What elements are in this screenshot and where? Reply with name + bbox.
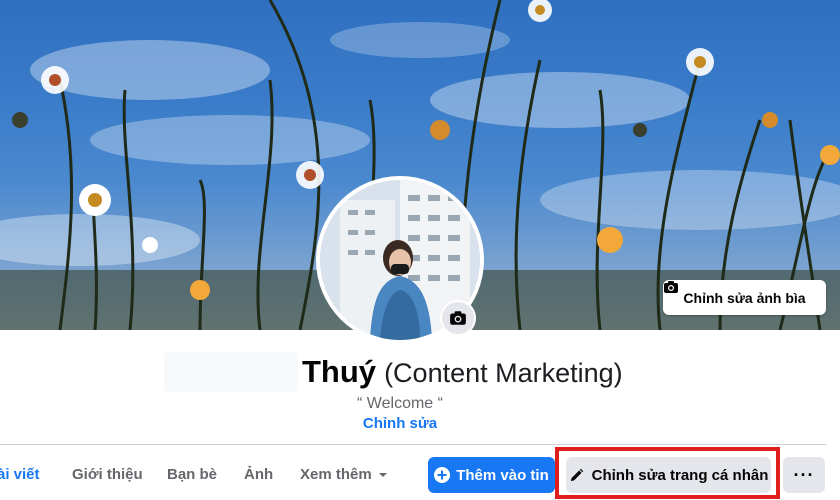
update-profile-picture-button[interactable]	[440, 300, 476, 336]
edit-cover-photo-label: Chỉnh sửa ảnh bìa	[683, 289, 806, 306]
more-options-button[interactable]: ···	[783, 457, 825, 493]
tab-more[interactable]: Xem thêm	[300, 466, 388, 483]
edit-profile-button[interactable]: Chỉnh sửa trang cá nhân	[566, 457, 771, 493]
plus-circle-icon	[434, 467, 451, 483]
camera-icon	[450, 311, 466, 325]
profile-bio: “ Welcome “	[357, 395, 443, 412]
divider	[0, 444, 826, 445]
add-to-story-label: Thêm vào tin	[456, 466, 549, 484]
tab-posts[interactable]: ài viết	[0, 466, 40, 483]
edit-profile-label: Chỉnh sửa trang cá nhân	[591, 466, 769, 484]
more-dots-icon: ···	[793, 464, 815, 485]
profile-name: Thuý (Content Marketing)	[302, 354, 623, 394]
tab-photos[interactable]: Ảnh	[244, 466, 273, 483]
tab-friends[interactable]: Bạn bè	[167, 466, 217, 483]
camera-icon	[664, 281, 678, 293]
name-redacted-area	[164, 352, 298, 392]
tab-about[interactable]: Giới thiệu	[72, 466, 143, 483]
add-to-story-button[interactable]: Thêm vào tin	[428, 457, 555, 493]
edit-cover-photo-button[interactable]: Chỉnh sửa ảnh bìa	[663, 280, 826, 315]
profile-name-text: Thuý	[302, 354, 377, 389]
caret-down-icon	[378, 472, 387, 477]
tab-more-label: Xem thêm	[300, 466, 372, 483]
pencil-icon	[570, 468, 583, 481]
edit-bio-link[interactable]: Chỉnh sửa	[0, 415, 800, 432]
profile-name-role: (Content Marketing)	[384, 358, 623, 388]
